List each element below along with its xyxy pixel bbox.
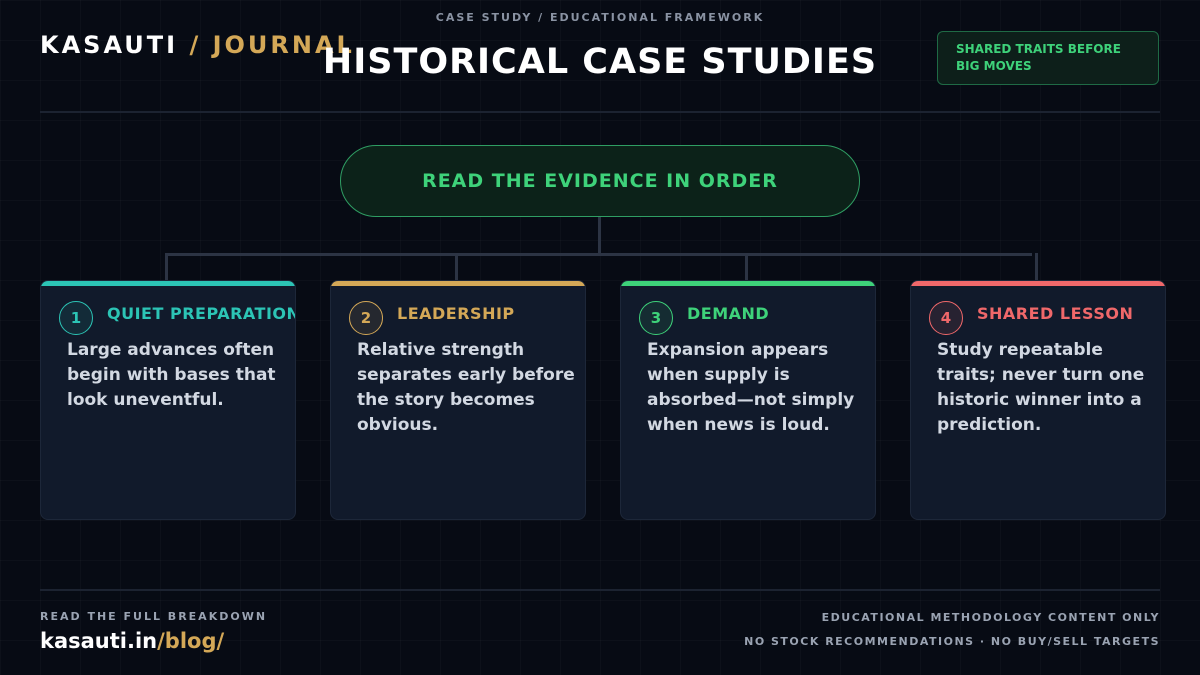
disclaimer-secondary: NO STOCK RECOMMENDATIONS · NO BUY/SELL T… (744, 635, 1160, 648)
card-connector-3 (745, 253, 748, 280)
blog-link-path: /blog/ (157, 629, 225, 653)
step-number-badge: 2 (349, 301, 383, 335)
step-description: Relative strength separates early before… (357, 340, 575, 435)
step-card-quiet-preparation: 1 QUIET PREPARATION Large advances often… (40, 280, 296, 520)
step-card-leadership: 2 LEADERSHIP Relative strength separates… (330, 280, 586, 520)
card-accent-bar (911, 281, 1165, 286)
card-accent-bar (41, 281, 295, 286)
step-label: DEMAND (687, 304, 770, 323)
step-description: Expansion appears when supply is absorbe… (647, 340, 855, 435)
blog-link[interactable]: kasauti.in/blog/ (40, 629, 224, 653)
step-description: Large advances often begin with bases th… (67, 340, 276, 410)
traits-badge: SHARED TRAITS BEFORE BIG MOVES (937, 31, 1159, 85)
root-connector (598, 217, 601, 255)
footer-cta-text: READ THE FULL BREAKDOWN (40, 610, 268, 623)
root-node: READ THE EVIDENCE IN ORDER (340, 145, 860, 217)
step-number-badge: 1 (59, 301, 93, 335)
card-connector-1 (165, 253, 168, 280)
step-number-badge: 4 (929, 301, 963, 335)
step-number-badge: 3 (639, 301, 673, 335)
step-label: LEADERSHIP (397, 304, 515, 323)
disclaimer-primary: EDUCATIONAL METHODOLOGY CONTENT ONLY (821, 611, 1160, 624)
step-description: Study repeatable traits; never turn one … (937, 340, 1145, 435)
header-divider (40, 111, 1160, 113)
step-label: QUIET PREPARATION (107, 304, 296, 323)
step-card-demand: 3 DEMAND Expansion appears when supply i… (620, 280, 876, 520)
card-connector-4 (1035, 253, 1038, 280)
footer-divider (40, 589, 1160, 591)
eyebrow-text: CASE STUDY / EDUCATIONAL FRAMEWORK (435, 11, 765, 24)
card-accent-bar (331, 281, 585, 286)
blog-link-domain: kasauti.in (40, 629, 158, 653)
step-card-shared-lesson: 4 SHARED LESSON Study repeatable traits;… (910, 280, 1166, 520)
card-accent-bar (621, 281, 875, 286)
step-label: SHARED LESSON (977, 304, 1134, 323)
card-connector-2 (455, 253, 458, 280)
branch-connector (166, 253, 1032, 256)
